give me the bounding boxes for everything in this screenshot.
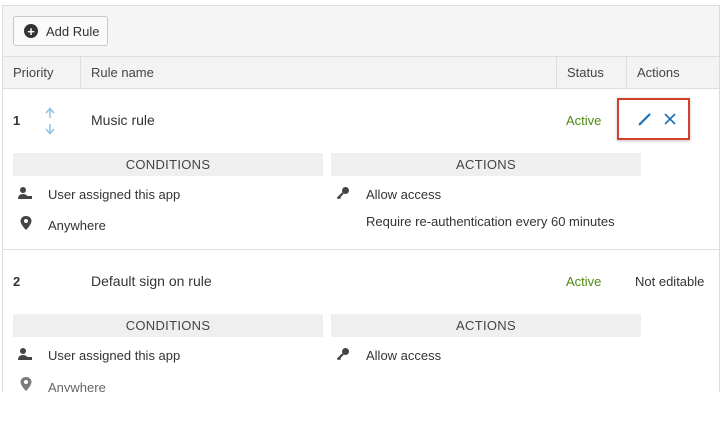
header-status: Status xyxy=(556,57,626,88)
not-editable-label: Not editable xyxy=(635,274,705,289)
rule-row-default-sign-on-rule: 2 Default sign on rule Active Not editab… xyxy=(3,250,719,392)
sign-on-rules-panel: + Add Rule Priority Rule name Status Act… xyxy=(2,5,720,392)
rule-actions-highlight xyxy=(617,98,690,140)
rules-toolbar: + Add Rule xyxy=(3,6,719,57)
conditions-header: CONDITIONS xyxy=(13,314,323,337)
key-icon xyxy=(336,187,349,200)
actions-section-header: ACTIONS xyxy=(331,153,641,176)
rule-priority: 2 xyxy=(13,274,21,289)
drag-handle-icon[interactable] xyxy=(43,107,57,135)
key-icon xyxy=(336,348,349,361)
condition-item: User assigned this app xyxy=(48,348,181,363)
plus-circle-icon: + xyxy=(24,24,38,38)
location-pin-icon xyxy=(20,216,32,230)
user-assigned-icon xyxy=(18,187,32,199)
rule-row-music-rule: 1 Music rule Active CONDITIONS ACTIONS U… xyxy=(3,89,719,250)
edit-pencil-icon[interactable] xyxy=(637,111,653,127)
header-priority: Priority xyxy=(13,65,54,80)
add-rule-label: Add Rule xyxy=(46,23,100,39)
location-pin-icon xyxy=(20,377,32,391)
action-item: Require re-authentication every 60 minut… xyxy=(366,214,615,229)
user-assigned-icon xyxy=(18,348,32,360)
action-item: Allow access xyxy=(366,348,442,363)
rules-table-header: Priority Rule name Status Actions xyxy=(3,57,719,89)
header-rule-name: Rule name xyxy=(80,57,556,88)
header-actions: Actions xyxy=(626,57,719,88)
delete-x-icon[interactable] xyxy=(662,111,678,127)
rule-priority: 1 xyxy=(13,113,21,128)
actions-section-header: ACTIONS xyxy=(331,314,641,337)
action-item: Allow access xyxy=(366,187,442,202)
status-badge: Active xyxy=(566,274,602,289)
conditions-header: CONDITIONS xyxy=(13,153,323,176)
condition-item: User assigned this app xyxy=(48,187,181,202)
status-badge: Active xyxy=(566,113,602,128)
add-rule-button[interactable]: + Add Rule xyxy=(13,16,108,46)
rule-name: Music rule xyxy=(91,112,155,128)
condition-item: Anywhere xyxy=(48,218,106,233)
condition-item: Anywhere xyxy=(48,380,106,392)
rule-name: Default sign on rule xyxy=(91,273,212,289)
